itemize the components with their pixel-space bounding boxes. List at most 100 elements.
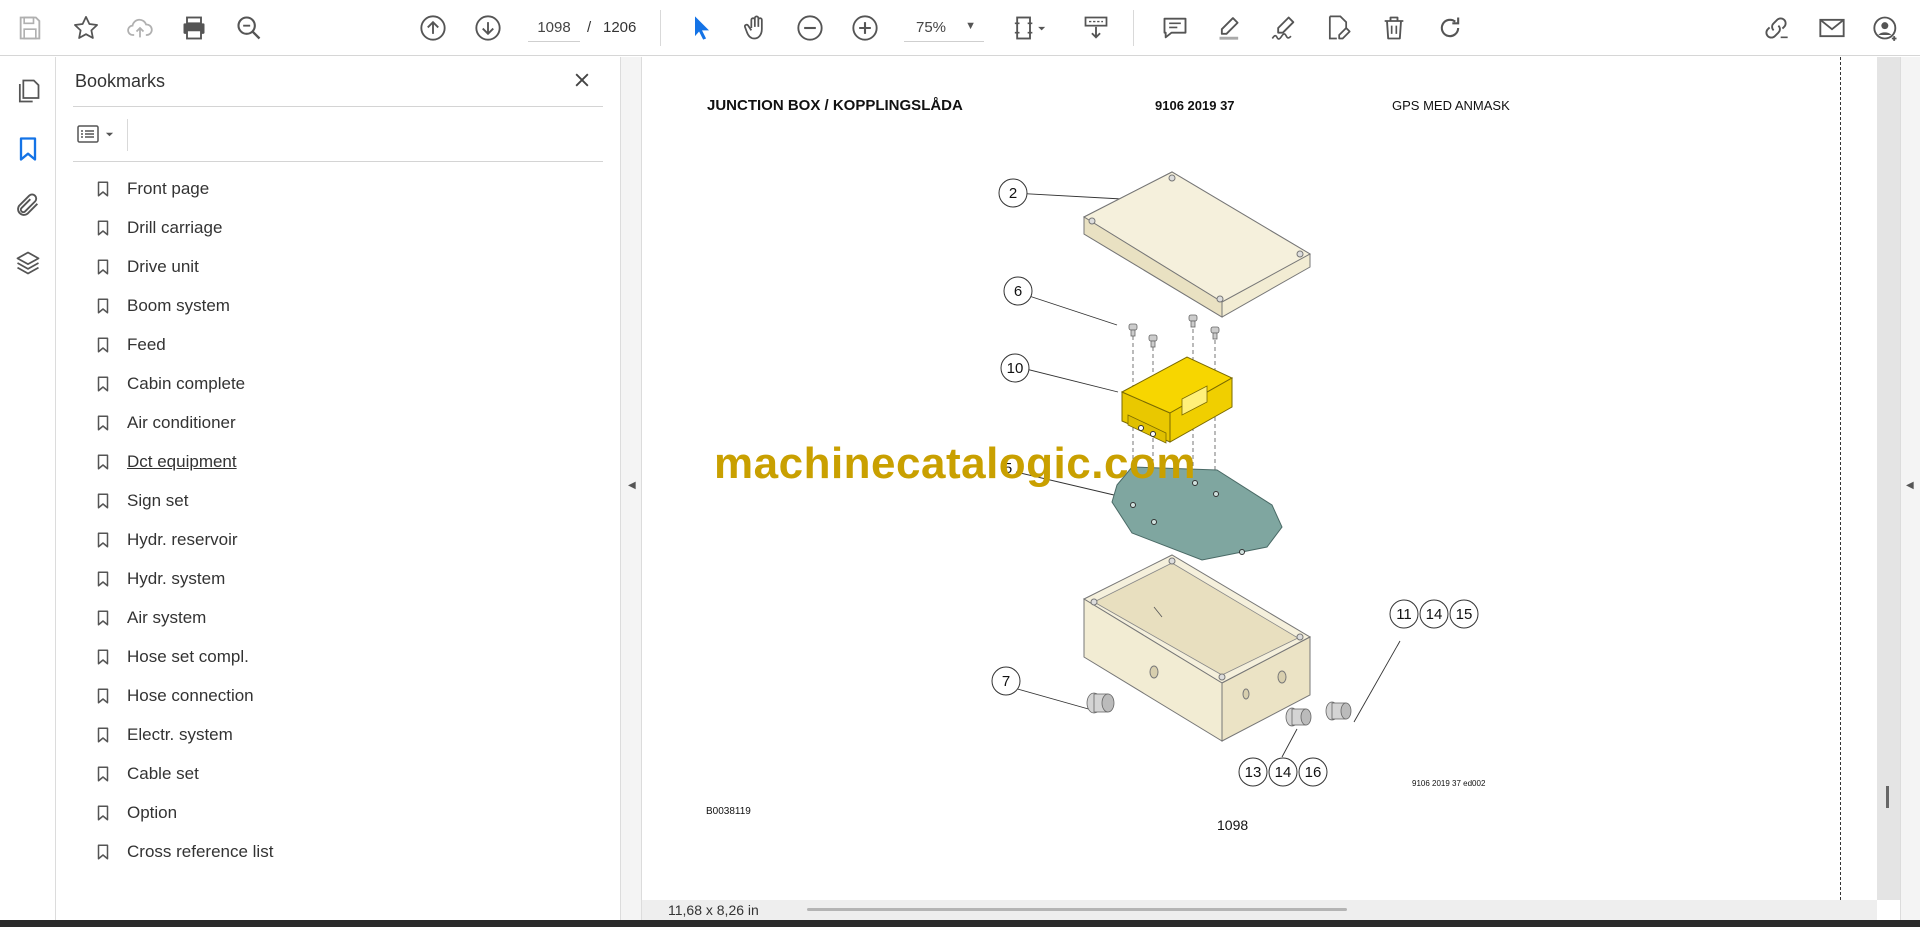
close-icon[interactable] (567, 65, 597, 95)
bookmark-item[interactable]: Air system (93, 598, 593, 637)
divider (73, 161, 603, 162)
hand-icon[interactable] (736, 8, 776, 48)
page-thumbnails-icon[interactable] (8, 71, 48, 111)
bookmark-item[interactable]: Hose set compl. (93, 637, 593, 676)
bookmark-item[interactable]: Boom system (93, 286, 593, 325)
bookmark-icon (93, 294, 113, 318)
bookmark-item[interactable]: Sign set (93, 481, 593, 520)
page-total: 1206 (603, 19, 637, 36)
bookmark-item[interactable]: Electr. system (93, 715, 593, 754)
bookmark-icon (93, 567, 113, 591)
panel-title: Bookmarks (75, 71, 166, 91)
bookmark-options-button[interactable] (75, 119, 125, 149)
bookmark-label: Hydr. reservoir (127, 529, 238, 549)
right-panel-toggle[interactable]: ◀ (1900, 57, 1920, 920)
figure-reference: 9106 2019 37 ed002 (1412, 779, 1486, 788)
zoom-in-icon[interactable] (845, 8, 885, 48)
scroll-mode-icon[interactable] (1076, 8, 1116, 48)
toolbar-divider (660, 10, 661, 46)
star-icon[interactable] (66, 8, 106, 48)
bookmark-label: Air system (127, 607, 207, 627)
expand-right-icon[interactable]: ◀ (1906, 480, 1914, 491)
bookmark-item[interactable]: Option (93, 793, 593, 832)
divider (73, 106, 603, 107)
callout-14: 14 (1275, 764, 1292, 781)
bookmark-label: Feed (127, 334, 166, 354)
bookmark-icon (93, 684, 113, 708)
collapse-left-icon[interactable]: ◀ (628, 480, 636, 491)
bookmarks-panel-icon[interactable] (8, 129, 48, 169)
bookmark-label: Hydr. system (127, 568, 226, 588)
document-view[interactable]: JUNCTION BOX / KOPPLINGSLÅDA 9106 2019 3… (642, 57, 1900, 900)
sign-icon[interactable] (1264, 8, 1304, 48)
panel-splitter[interactable]: ◀ (620, 57, 642, 920)
callout-11: 11 (1396, 606, 1412, 623)
bookmark-item[interactable]: Drill carriage (93, 208, 593, 247)
bookmark-item[interactable]: Front page (93, 169, 593, 208)
bookmarks-panel: Bookmarks Front page Drill carriage Drive … (57, 57, 620, 920)
bookmark-icon (93, 840, 113, 864)
bookmark-item[interactable]: Air conditioner (93, 403, 593, 442)
bookmark-item[interactable]: Drive unit (93, 247, 593, 286)
share-link-icon[interactable] (1756, 8, 1796, 48)
page-up-icon[interactable] (413, 8, 453, 48)
page-separator: / (587, 19, 592, 36)
bookmark-label: Cross reference list (127, 841, 274, 861)
callout-16: 16 (1305, 764, 1322, 781)
page-number-label: 1098 (1217, 817, 1249, 833)
bookmark-item[interactable]: Hydr. system (93, 559, 593, 598)
highlight-icon[interactable] (1210, 8, 1250, 48)
attachments-icon[interactable] (8, 185, 48, 225)
zoom-level-value: 75% (916, 19, 947, 36)
bookmark-label: Drill carriage (127, 217, 223, 237)
bookmark-label: Hose connection (127, 685, 254, 705)
bookmark-item[interactable]: Hose connection (93, 676, 593, 715)
callout-14: 14 (1426, 606, 1443, 623)
chevron-down-icon: ▼ (965, 20, 976, 32)
bookmark-item[interactable]: Feed (93, 325, 593, 364)
bookmark-icon (93, 528, 113, 552)
bookmark-icon (93, 333, 113, 357)
bookmark-label: Drive unit (127, 256, 199, 276)
list-options-icon (77, 125, 99, 143)
vertical-scrollbar[interactable] (1886, 786, 1889, 808)
bookmark-item[interactable]: Hydr. reservoir (93, 520, 593, 559)
part-base-box (1082, 554, 1312, 742)
page-down-icon[interactable] (468, 8, 508, 48)
page-number-input[interactable] (528, 14, 580, 42)
zoom-out-icon[interactable] (790, 8, 830, 48)
fit-page-icon[interactable] (1004, 8, 1056, 48)
bookmark-list: Front page Drill carriage Drive unit Boom s… (93, 169, 593, 871)
zoom-search-icon[interactable] (229, 8, 269, 48)
bookmark-label: Hose set compl. (127, 646, 249, 666)
delete-icon[interactable] (1374, 8, 1414, 48)
bookmark-item[interactable]: Dct equipment (93, 442, 593, 481)
cloud-upload-icon[interactable] (120, 8, 160, 48)
email-icon[interactable] (1812, 8, 1852, 48)
bookmark-label: Boom system (127, 295, 230, 315)
bookmark-label: Option (127, 802, 178, 822)
bookmark-icon (93, 801, 113, 825)
edit-pdf-icon[interactable] (1318, 8, 1358, 48)
print-icon[interactable] (174, 8, 214, 48)
comment-icon[interactable] (1155, 8, 1195, 48)
taskbar-edge (0, 920, 1920, 927)
callout-13: 13 (1245, 764, 1262, 781)
left-navigation-rail (0, 57, 56, 920)
horizontal-scrollbar[interactable] (807, 908, 1347, 911)
redo-icon[interactable] (1430, 8, 1470, 48)
watermark: machinecatalogic.com (714, 439, 1196, 488)
save-icon[interactable] (10, 8, 50, 48)
zoom-level-select[interactable]: 75% ▼ (904, 14, 984, 42)
bookmark-item[interactable]: Cabin complete (93, 364, 593, 403)
select-cursor-icon[interactable] (682, 8, 722, 48)
bookmark-item[interactable]: Cable set (93, 754, 593, 793)
account-icon[interactable] (1866, 8, 1906, 48)
figure-code: B0038119 (706, 806, 751, 817)
layers-icon[interactable] (8, 243, 48, 283)
callout-7: 7 (1002, 673, 1010, 690)
page-size-label: 11,68 x 8,26 in (668, 902, 759, 918)
part-gps-module (1120, 356, 1234, 444)
bookmark-item[interactable]: Cross reference list (93, 832, 593, 871)
callout-15: 15 (1456, 606, 1473, 623)
